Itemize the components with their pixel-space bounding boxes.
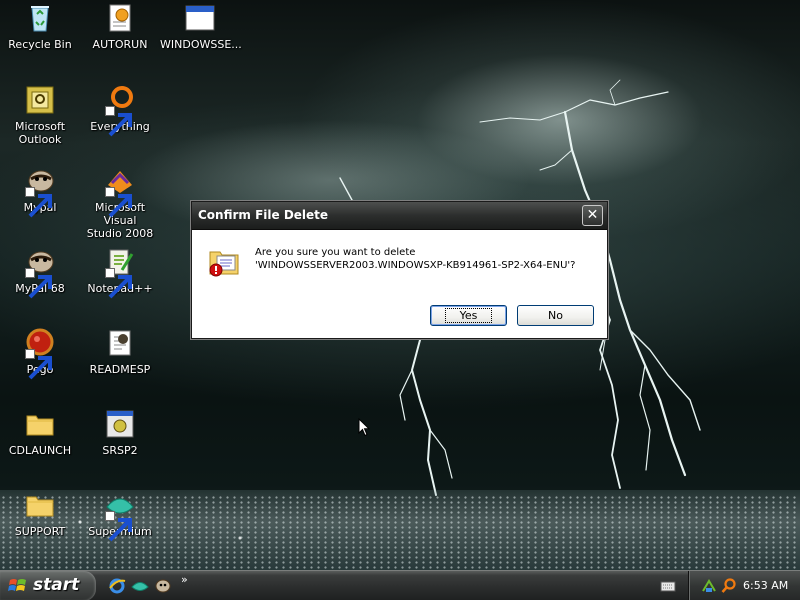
desktop-icon-outlook[interactable]: Microsoft Outlook — [0, 84, 80, 146]
desktop-icon-pego[interactable]: Pego — [0, 327, 80, 380]
desktop-icon-label: SRSP2 — [102, 444, 138, 457]
network-icon[interactable] — [701, 578, 717, 594]
shortcut-arrow-icon — [105, 187, 132, 218]
desktop-icon-autorun[interactable]: AUTORUN — [80, 2, 160, 51]
mypal68-icon — [24, 246, 56, 299]
internet-explorer-icon[interactable] — [108, 577, 126, 595]
desktop-icon-everything[interactable]: Everything — [80, 84, 160, 137]
no-button[interactable]: No — [517, 305, 594, 326]
taskbar: start » 6:53 AM — [0, 570, 800, 600]
window-app-icon — [184, 2, 216, 34]
dialog-message-line-1: Are you sure you want to delete — [255, 247, 416, 258]
desktop-icon-recycle-bin[interactable]: Recycle Bin — [0, 2, 80, 51]
folder-icon — [24, 408, 56, 440]
desktop-icon-label: Recycle Bin — [8, 38, 72, 51]
desktop-icon-label: AUTORUN — [92, 38, 148, 51]
desktop-icon-support[interactable]: SUPPORT — [0, 489, 80, 538]
dialog-title-bar[interactable]: Confirm File Delete ✕ — [192, 202, 607, 230]
no-button-label: No — [548, 309, 563, 322]
supermium-icon[interactable] — [131, 577, 149, 595]
desktop-icon-label: WINDOWSSE... — [160, 38, 242, 51]
shortcut-arrow-icon — [25, 349, 52, 380]
desktop-icon-label: READMESP — [89, 363, 151, 376]
quick-launch-more-button[interactable]: » — [181, 573, 188, 586]
desktop-icon-label: CDLAUNCH — [8, 444, 72, 457]
search-icon[interactable] — [721, 578, 737, 594]
desktop-icon-notepadpp[interactable]: Notepad++ — [80, 246, 160, 299]
pego-icon — [24, 327, 56, 380]
shortcut-arrow-icon — [105, 106, 132, 137]
desktop-icon-cdlaunch[interactable]: CDLAUNCH — [0, 408, 80, 457]
visual-studio-icon — [104, 165, 136, 218]
start-label: start — [33, 575, 80, 595]
desktop-icon-srsp2[interactable]: SRSP2 — [80, 408, 160, 457]
autorun-icon — [104, 2, 136, 34]
yes-button[interactable]: Yes — [430, 305, 507, 326]
keyboard-icon[interactable] — [660, 578, 676, 594]
close-button[interactable]: ✕ — [582, 205, 603, 226]
outlook-icon — [24, 84, 56, 116]
desktop-icon-readmesp[interactable]: READMESP — [80, 327, 160, 376]
windows-flag-icon — [8, 579, 26, 591]
dialog-message-line-2: 'WINDOWSSERVER2003.WINDOWSXP-KB914961-SP… — [255, 260, 576, 271]
folder-icon — [24, 489, 56, 521]
desktop-icon-mypal68[interactable]: MyPal 68 — [0, 246, 80, 299]
desktop-icon-label: Microsoft Outlook — [14, 120, 66, 146]
shortcut-arrow-icon — [105, 511, 132, 542]
dialog-message: Are you sure you want to delete 'WINDOWS… — [255, 246, 595, 272]
notepadpp-icon — [104, 246, 136, 299]
confirm-delete-dialog: Confirm File Delete ✕ Are you sure you w… — [191, 201, 608, 339]
shortcut-arrow-icon — [105, 268, 132, 299]
shortcut-arrow-icon — [25, 268, 52, 299]
mypal-icon — [24, 165, 56, 218]
desktop-icon-visual-studio[interactable]: Microsoft Visual Studio 2008 — [80, 165, 160, 240]
desktop-icon-label: SUPPORT — [14, 525, 66, 538]
delete-warning-icon — [208, 244, 242, 278]
yes-button-label: Yes — [444, 308, 493, 323]
everything-icon — [104, 84, 136, 137]
readme-icon — [104, 327, 136, 359]
supermium-icon — [104, 489, 136, 542]
desktop-icon-windowsse[interactable]: WINDOWSSE... — [160, 2, 242, 51]
shortcut-arrow-icon — [25, 187, 52, 218]
desktop-icon-mypal[interactable]: Mypal — [0, 165, 80, 218]
desktop-icon-supermium[interactable]: Supermium — [80, 489, 160, 542]
clock[interactable]: 6:53 AM — [743, 579, 788, 592]
mypal-icon[interactable] — [154, 577, 172, 595]
srsp2-icon — [104, 408, 136, 440]
dialog-body: Are you sure you want to delete 'WINDOWS… — [192, 230, 607, 338]
start-button[interactable]: start — [0, 571, 96, 600]
dialog-title: Confirm File Delete — [198, 208, 329, 222]
system-tray: 6:53 AM — [688, 571, 800, 600]
mouse-cursor-icon — [358, 418, 370, 437]
recycle-bin-icon — [24, 2, 56, 34]
